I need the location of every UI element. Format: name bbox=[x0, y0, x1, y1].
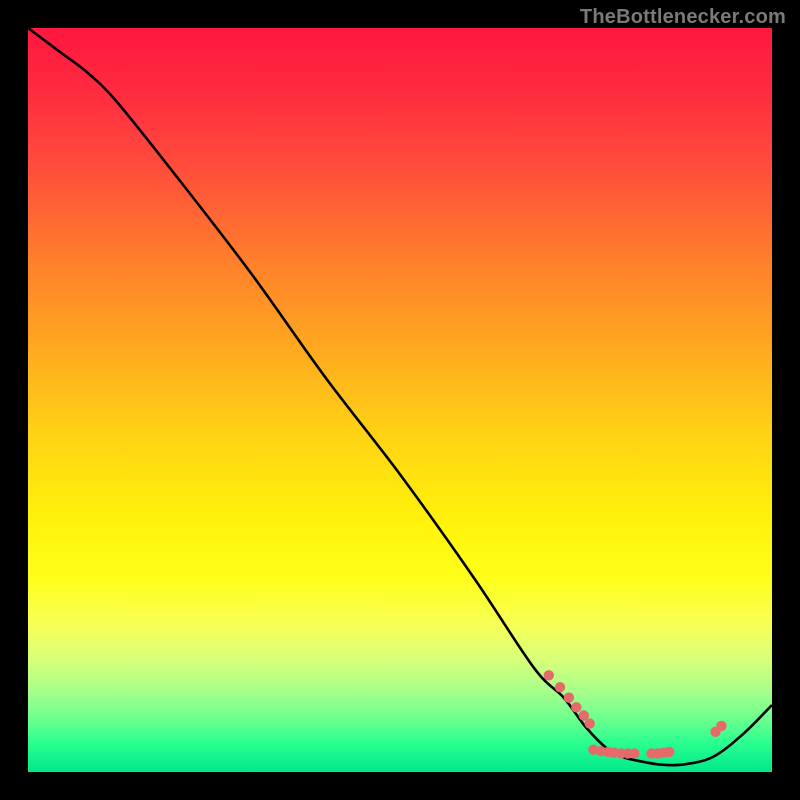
bottleneck-curve bbox=[28, 28, 772, 765]
watermark-text: TheBottlenecker.com bbox=[580, 6, 786, 29]
curve-marker-dot bbox=[571, 702, 581, 712]
curve-marker-dot bbox=[716, 721, 726, 731]
chart-stage: TheBottlenecker.com bbox=[0, 0, 800, 800]
curve-marker-dot bbox=[544, 670, 554, 680]
curve-svg bbox=[28, 28, 772, 772]
curve-marker-dot bbox=[555, 682, 565, 692]
curve-marker-dot bbox=[629, 748, 639, 758]
curve-marker-dot bbox=[664, 747, 674, 757]
curve-marker-dot bbox=[564, 692, 574, 702]
curve-marker-dot bbox=[585, 718, 595, 728]
plot-area bbox=[28, 28, 772, 772]
curve-markers bbox=[544, 670, 727, 759]
